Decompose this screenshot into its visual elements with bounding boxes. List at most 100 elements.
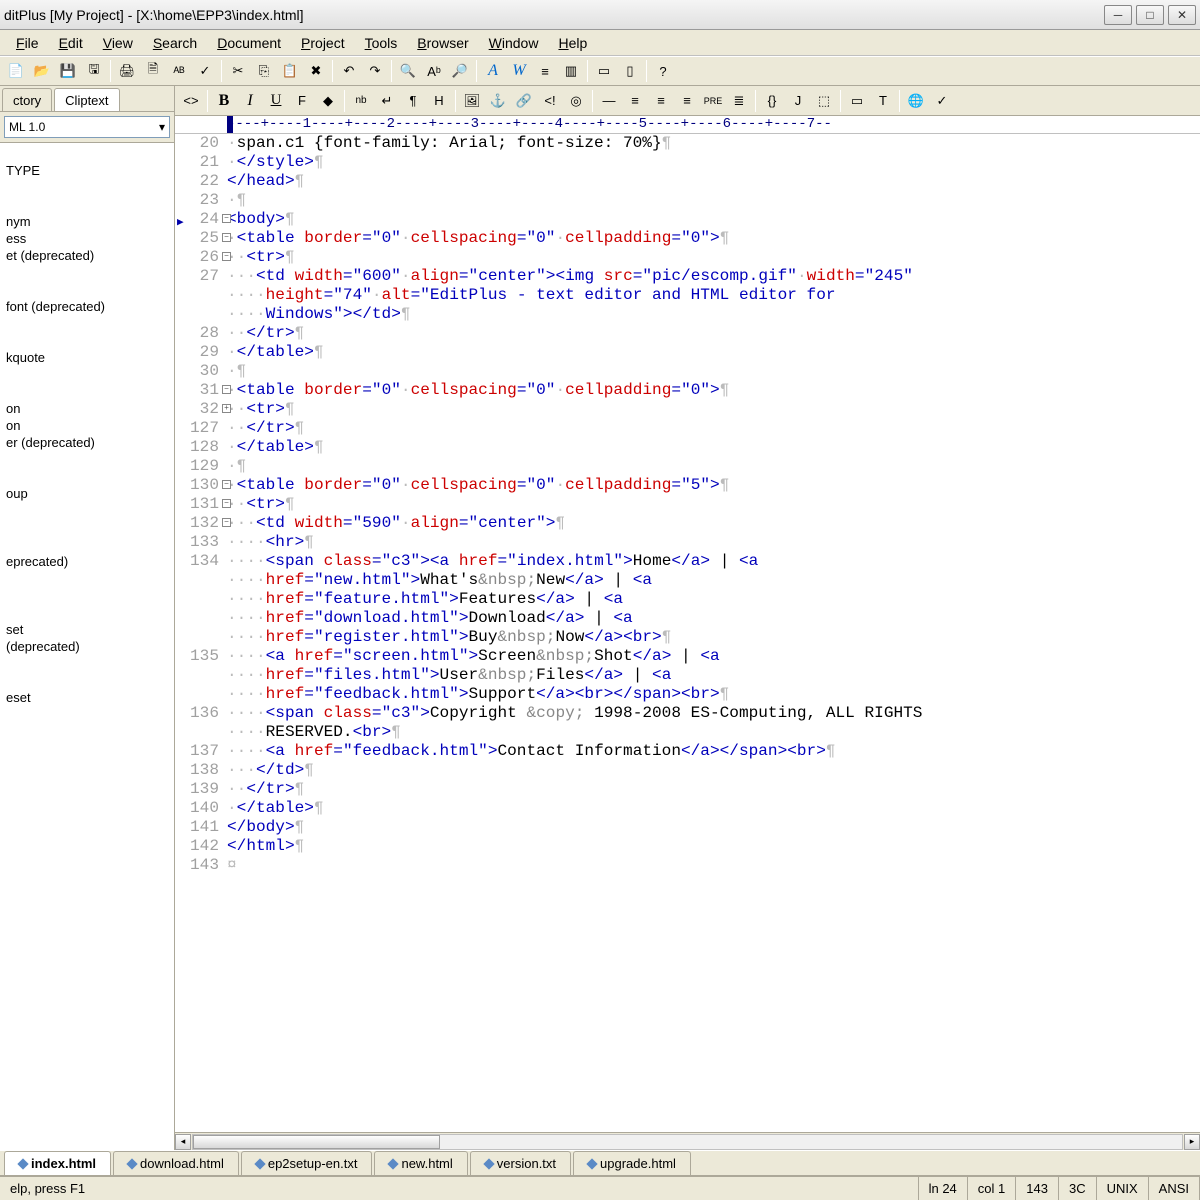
sidebar-tab-cliptext[interactable]: Cliptext [54,88,119,111]
cliptext-list[interactable]: TYPE nymesset (deprecated) font (deprecate… [0,142,174,1150]
text-icon[interactable]: T [871,89,895,113]
pre-icon[interactable]: PRE [701,89,725,113]
document-tab[interactable]: ep2setup-en.txt [241,1151,373,1175]
cliptext-item[interactable]: ess [0,230,174,247]
fold-collapse-icon[interactable]: − [222,480,231,489]
code-line[interactable]: 133····<hr>¶ [175,533,1200,552]
format-a-icon[interactable]: A [481,59,505,83]
heading-icon[interactable]: H [427,89,451,113]
new-icon[interactable]: 📄 [4,59,28,83]
cliptext-combo[interactable]: ML 1.0 ▾ [4,116,170,138]
word-icon[interactable]: W [507,59,531,83]
code-content[interactable]: ·<table border="0"·cellspacing="0"·cellp… [227,381,1200,400]
copy-icon[interactable]: ⎘ [252,59,276,83]
code-content[interactable]: ····href="new.html">What's&nbsp;New</a> … [227,571,1200,590]
code-content[interactable]: </body>¶ [227,818,1200,837]
print-icon[interactable]: 🖨 [115,59,139,83]
code-line[interactable]: 135····<a href="screen.html">Screen&nbsp… [175,647,1200,666]
line-icon[interactable]: ≡ [533,59,557,83]
spell-icon[interactable]: ᴬᴮ [167,59,191,83]
menu-document[interactable]: Document [207,32,291,54]
br-icon[interactable]: ↵ [375,89,399,113]
document-tab[interactable]: version.txt [470,1151,571,1175]
code-line[interactable]: 30·¶ [175,362,1200,381]
font-icon[interactable]: F [290,89,314,113]
code-content[interactable]: </head>¶ [227,172,1200,191]
scroll-left-button[interactable]: ◂ [175,1134,191,1150]
sidebar-tab-directory[interactable]: ctory [2,88,52,111]
maximize-button[interactable]: □ [1136,5,1164,25]
close-button[interactable]: ✕ [1168,5,1196,25]
center-icon[interactable]: ≡ [649,89,673,113]
code-line[interactable]: ····href="download.html">Download</a> | … [175,609,1200,628]
underline-icon[interactable]: U [264,89,288,113]
code-line[interactable]: 140·</table>¶ [175,799,1200,818]
form-icon[interactable]: ▭ [845,89,869,113]
code-line[interactable]: 137····<a href="feedback.html">Contact I… [175,742,1200,761]
code-content[interactable]: ····<span class="c3"><a href="index.html… [227,552,1200,571]
code-line[interactable]: ····href="new.html">What's&nbsp;New</a> … [175,571,1200,590]
code-content[interactable]: ··<tr>¶ [227,495,1200,514]
code-content[interactable]: ····<hr>¶ [227,533,1200,552]
menu-browser[interactable]: Browser [407,32,478,54]
cliptext-item[interactable]: TYPE [0,162,174,179]
menu-search[interactable]: Search [143,32,207,54]
menu-tools[interactable]: Tools [355,32,408,54]
code-line[interactable]: 129·¶ [175,457,1200,476]
code-content[interactable]: ····<span class="c3">Copyright &copy; 19… [227,704,1200,723]
bold-icon[interactable]: B [212,89,236,113]
cliptext-item[interactable]: et (deprecated) [0,247,174,264]
cliptext-item[interactable]: nym [0,213,174,230]
code-line[interactable]: 142</html>¶ [175,837,1200,856]
fold-collapse-icon[interactable]: − [222,385,231,394]
fold-collapse-icon[interactable]: − [222,518,231,527]
fold-collapse-icon[interactable]: − [222,214,231,223]
code-content[interactable]: ··</tr>¶ [227,780,1200,799]
code-content[interactable]: ·<table border="0"·cellspacing="0"·cellp… [227,229,1200,248]
code-line[interactable]: 21·</style>¶ [175,153,1200,172]
code-line[interactable]: 132−···<td width="590"·align="center">¶ [175,514,1200,533]
window1-icon[interactable]: ▭ [592,59,616,83]
code-line[interactable]: 28··</tr>¶ [175,324,1200,343]
list-icon[interactable]: ≣ [727,89,751,113]
save-all-icon[interactable]: 🖫 [82,59,106,83]
code-line[interactable]: 31−·<table border="0"·cellspacing="0"·ce… [175,381,1200,400]
code-content[interactable]: ···<td width="600"·align="center"><img s… [227,267,1200,286]
code-content[interactable]: ·</table>¶ [227,438,1200,457]
code-content[interactable]: ··</tr>¶ [227,324,1200,343]
code-line[interactable]: ····href="feedback.html">Support</a><br>… [175,685,1200,704]
code-line[interactable]: 24−▶<body>¶ [175,210,1200,229]
code-line[interactable]: ····Windows"></td>¶ [175,305,1200,324]
code-line[interactable]: 32+··<tr>¶ [175,400,1200,419]
code-line[interactable]: 130−·<table border="0"·cellspacing="0"·c… [175,476,1200,495]
validate-icon[interactable]: ✓ [930,89,954,113]
code-line[interactable]: 131−··<tr>¶ [175,495,1200,514]
right-icon[interactable]: ≡ [675,89,699,113]
code-line[interactable]: 139··</tr>¶ [175,780,1200,799]
code-content[interactable]: ·</style>¶ [227,153,1200,172]
cliptext-item[interactable]: on [0,400,174,417]
code-line[interactable]: 127··</tr>¶ [175,419,1200,438]
code-line[interactable]: 138···</td>¶ [175,761,1200,780]
browser-icon[interactable]: 🌐 [904,89,928,113]
cliptext-item[interactable]: set [0,621,174,638]
save-icon[interactable]: 💾 [56,59,80,83]
code-content[interactable]: ¤ [227,856,1200,875]
scroll-thumb[interactable] [193,1135,440,1149]
scroll-track[interactable] [192,1134,1183,1150]
tag-icon[interactable]: <> [179,89,203,113]
document-tab[interactable]: download.html [113,1151,239,1175]
menu-file[interactable]: File [6,32,49,54]
code-content[interactable]: ····href="feature.html">Features</a> | <… [227,590,1200,609]
window2-icon[interactable]: ▯ [618,59,642,83]
redo-icon[interactable]: ↷ [363,59,387,83]
column-icon[interactable]: ▥ [559,59,583,83]
cliptext-item[interactable]: font (deprecated) [0,298,174,315]
code-content[interactable]: ···<td width="590"·align="center">¶ [227,514,1200,533]
para-icon[interactable]: ¶ [401,89,425,113]
minimize-button[interactable]: ─ [1104,5,1132,25]
code-content[interactable]: ··</tr>¶ [227,419,1200,438]
code-content[interactable]: ·<table border="0"·cellspacing="0"·cellp… [227,476,1200,495]
code-line[interactable]: 134····<span class="c3"><a href="index.h… [175,552,1200,571]
image-icon[interactable]: 🖼 [460,89,484,113]
